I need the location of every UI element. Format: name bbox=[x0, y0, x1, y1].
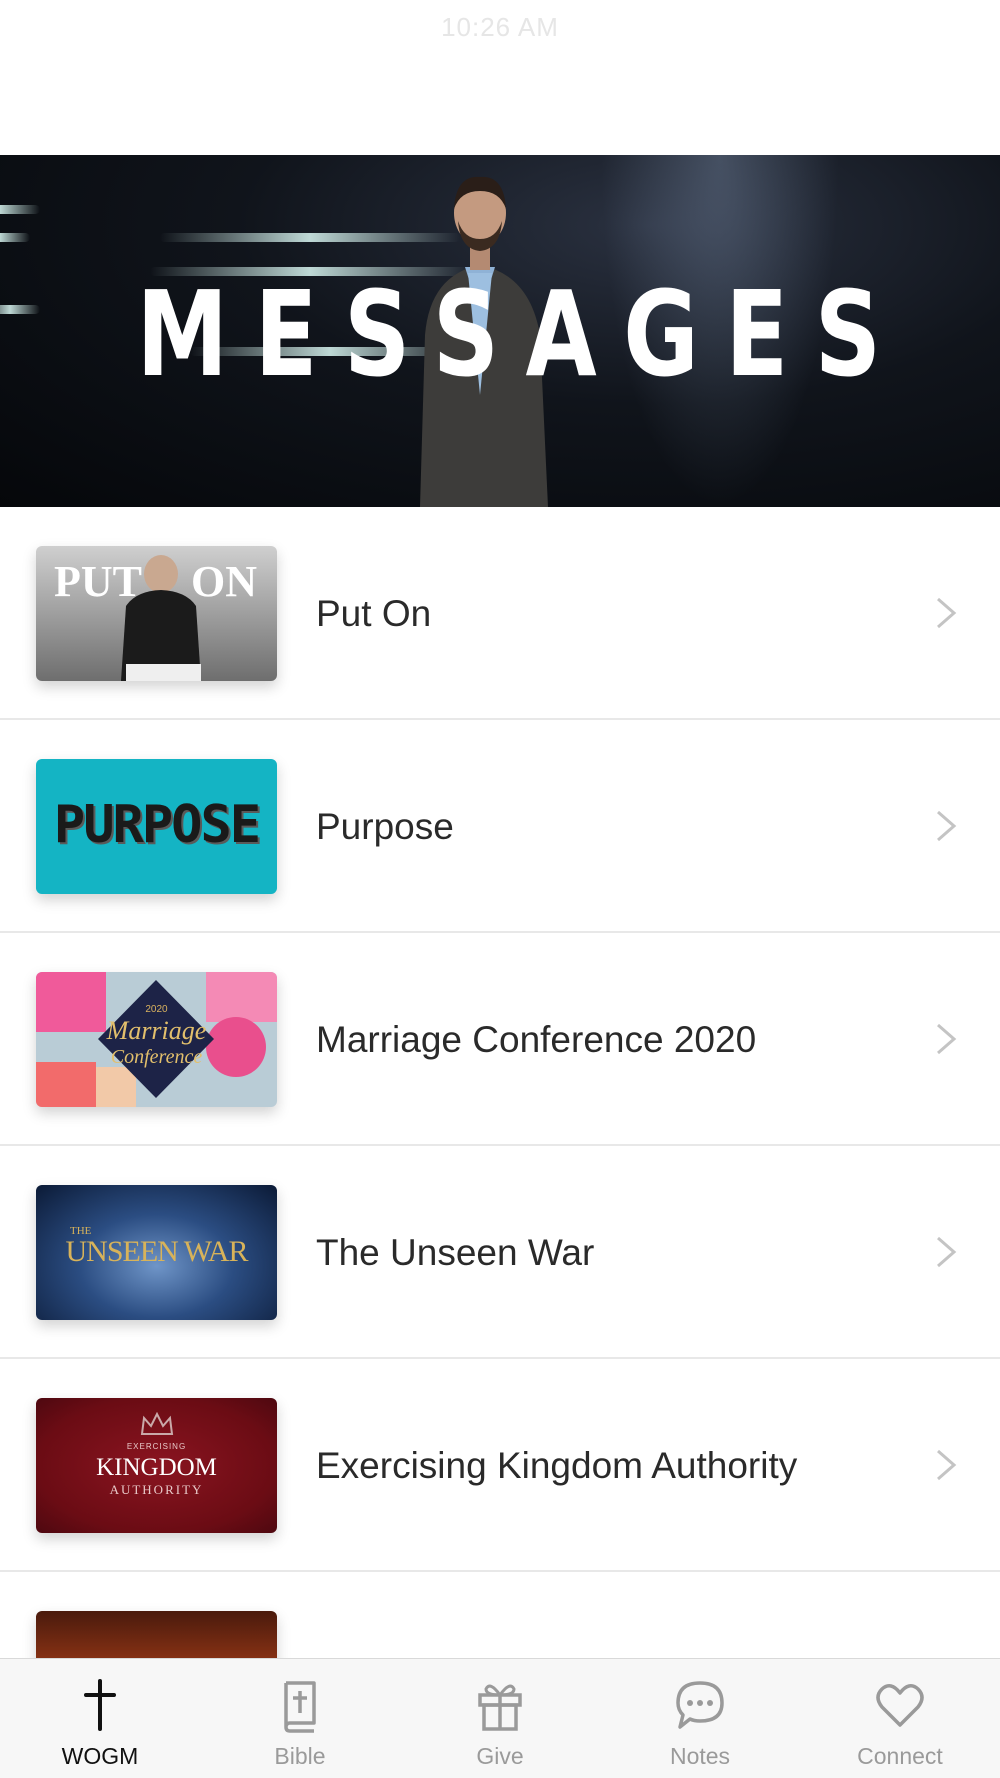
series-thumbnail: PUT ON bbox=[36, 546, 277, 681]
messages-hero-banner: MESSAGES bbox=[0, 155, 1000, 507]
list-item-exercising-kingdom-authority[interactable]: EXERCISING KINGDOM AUTHORITY Exercising … bbox=[0, 1359, 1000, 1572]
cross-icon bbox=[84, 1679, 116, 1731]
list-item-unseen-war[interactable]: THE UNSEEN WAR The Unseen War bbox=[0, 1146, 1000, 1359]
series-title: Exercising Kingdom Authority bbox=[316, 1445, 798, 1486]
crown-icon bbox=[140, 1412, 174, 1435]
chevron-right-icon bbox=[937, 597, 957, 629]
gift-icon bbox=[478, 1684, 522, 1731]
tab-label: Notes bbox=[669, 1743, 731, 1769]
chevron-right-icon bbox=[937, 810, 957, 842]
series-title: Purpose bbox=[316, 806, 454, 847]
list-item-put-on[interactable]: PUT ON Put On bbox=[0, 507, 1000, 720]
tab-label: WOGM bbox=[61, 1743, 139, 1769]
thumbnail-text: UNSEEN WAR bbox=[65, 1235, 249, 1268]
tab-give[interactable]: Give bbox=[400, 1659, 600, 1778]
thumbnail-text: AUTHORITY bbox=[109, 1482, 204, 1497]
hero-light-beam bbox=[0, 205, 40, 214]
tab-bible[interactable]: Bible bbox=[200, 1659, 400, 1778]
tab-connect[interactable]: Connect bbox=[800, 1659, 1000, 1778]
thumbnail-text: 2020 bbox=[145, 1004, 168, 1015]
series-title: Marriage Conference 2020 bbox=[316, 1019, 757, 1060]
series-thumbnail: EXERCISING KINGDOM AUTHORITY bbox=[36, 1398, 277, 1533]
thumbnail-person bbox=[121, 555, 201, 681]
list-item-marriage-conference[interactable]: 2020 Marriage Conference Marriage Confer… bbox=[0, 933, 1000, 1146]
heart-icon bbox=[876, 1684, 924, 1727]
tab-label: Bible bbox=[274, 1743, 326, 1769]
hero-light-beam bbox=[0, 305, 40, 314]
list-item-purpose[interactable]: PURPOSE Purpose bbox=[0, 720, 1000, 933]
series-thumbnail: PURPOSE bbox=[36, 759, 277, 894]
series-title: Put On bbox=[316, 593, 432, 634]
tab-notes[interactable]: Notes bbox=[600, 1659, 800, 1778]
thumbnail-text: KINGDOM bbox=[96, 1454, 217, 1481]
tab-label: Give bbox=[476, 1743, 524, 1769]
chevron-right-icon bbox=[937, 1236, 957, 1268]
thumbnail-text: Conference bbox=[110, 1046, 203, 1068]
series-thumbnail: 2020 Marriage Conference bbox=[36, 972, 277, 1107]
thumbnail-text: EXERCISING bbox=[126, 1442, 187, 1451]
status-bar: 10:26 AM bbox=[0, 0, 1000, 155]
hero-title: MESSAGES bbox=[136, 265, 908, 403]
chevron-right-icon bbox=[937, 1023, 957, 1055]
thumbnail-text: Marriage bbox=[106, 1016, 207, 1045]
bible-icon bbox=[284, 1681, 316, 1733]
series-title: The Unseen War bbox=[316, 1232, 595, 1273]
hero-light-beam bbox=[0, 233, 30, 242]
thumbnail-text: PURPOSE bbox=[53, 795, 261, 855]
series-thumbnail: THE UNSEEN WAR bbox=[36, 1185, 277, 1320]
chevron-right-icon bbox=[937, 1449, 957, 1481]
chat-bubble-icon bbox=[676, 1681, 724, 1729]
tab-bar: WOGM Bible Give Notes Connect bbox=[0, 1658, 1000, 1778]
tab-label: Connect bbox=[857, 1743, 943, 1769]
message-series-list: PUT ON Put On PURPOSE Purpose 2020 Marri… bbox=[0, 507, 1000, 1746]
status-time: 10:26 AM bbox=[441, 12, 559, 42]
tab-wogm[interactable]: WOGM bbox=[0, 1659, 200, 1778]
